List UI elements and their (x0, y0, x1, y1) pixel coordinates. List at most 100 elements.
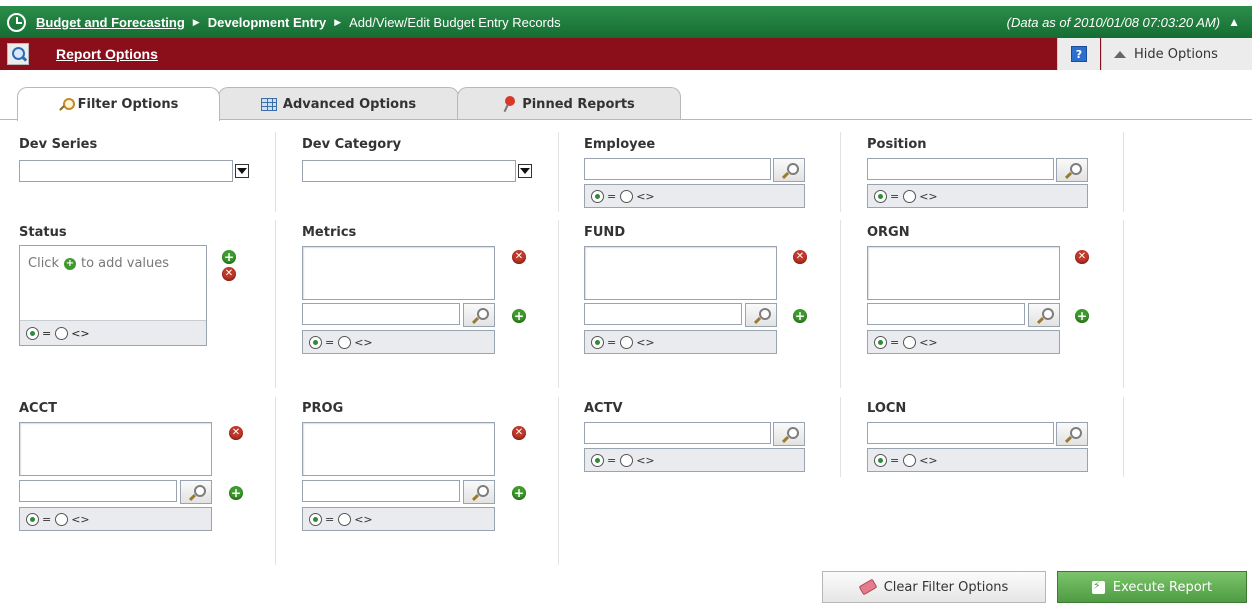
tab-pinned-reports-label: Pinned Reports (522, 96, 635, 112)
dev-series-select[interactable] (19, 160, 233, 182)
prog-input[interactable] (302, 480, 460, 502)
orgn-label: ORGN (867, 225, 910, 240)
triangle-up-icon (1114, 50, 1126, 58)
equals-label: = (325, 335, 335, 349)
status-label: Status (19, 225, 67, 240)
fund-not-equals-radio[interactable] (620, 335, 634, 349)
position-equals-radio[interactable] (874, 189, 887, 203)
dev-category-dropdown-icon[interactable] (518, 164, 532, 178)
hide-options-button[interactable]: Hide Options (1101, 38, 1252, 70)
magnifier-icon (1065, 426, 1082, 442)
acct-equals-radio[interactable] (26, 512, 39, 526)
fund-input[interactable] (584, 303, 742, 325)
metrics-not-equals-radio[interactable] (338, 335, 352, 349)
orgn-remove-icon[interactable]: ✕ (1075, 250, 1089, 264)
status-hint-prefix: Click (28, 256, 59, 271)
acct-listbox[interactable] (19, 422, 212, 476)
column-divider (1123, 220, 1124, 388)
locn-search-button[interactable] (1056, 422, 1088, 446)
fund-equals-radio[interactable] (591, 335, 604, 349)
prog-equals-radio[interactable] (309, 512, 322, 526)
tab-filter-options[interactable]: Filter Options (17, 87, 220, 121)
actv-input[interactable] (584, 422, 771, 444)
fund-add-icon[interactable]: + (793, 309, 807, 323)
status-add-icon[interactable]: + (222, 250, 236, 264)
prog-search-button[interactable] (463, 480, 495, 504)
metrics-add-icon[interactable]: + (512, 309, 526, 323)
magnifier-icon (782, 426, 799, 442)
orgn-operator: = <> (867, 330, 1060, 354)
magnifier-icon (472, 484, 489, 500)
dev-series-label: Dev Series (19, 137, 98, 152)
magnifier-icon (472, 307, 489, 323)
employee-equals-radio[interactable] (591, 189, 604, 203)
orgn-not-equals-radio[interactable] (903, 335, 917, 349)
locn-input[interactable] (867, 422, 1054, 444)
orgn-equals-radio[interactable] (874, 335, 887, 349)
clock-icon[interactable] (7, 12, 26, 32)
fund-remove-icon[interactable]: ✕ (793, 250, 807, 264)
metrics-input[interactable] (302, 303, 460, 325)
column-divider (275, 132, 276, 212)
position-search-button[interactable] (1056, 158, 1088, 182)
lightning-icon (1091, 579, 1105, 594)
status-remove-icon[interactable]: ✕ (222, 267, 236, 281)
tab-advanced-options[interactable]: Advanced Options (218, 87, 459, 120)
column-divider (840, 220, 841, 388)
orgn-search-button[interactable] (1028, 303, 1060, 327)
status-equals-radio[interactable] (26, 326, 39, 340)
equals-label: = (325, 512, 335, 526)
dev-category-select[interactable] (302, 160, 516, 182)
column-divider (558, 220, 559, 388)
report-options-title[interactable]: Report Options (56, 46, 158, 62)
collapse-up-icon[interactable]: ▲ (1228, 15, 1240, 29)
status-not-equals-radio[interactable] (55, 326, 69, 340)
position-not-equals-radio[interactable] (903, 189, 917, 203)
actv-search-button[interactable] (773, 422, 805, 446)
not-equals-label: <> (919, 189, 938, 203)
locn-equals-radio[interactable] (874, 453, 887, 467)
prog-add-icon[interactable]: + (512, 486, 526, 500)
magnifier-icon (1065, 162, 1082, 178)
acct-add-icon[interactable]: + (229, 486, 243, 500)
prog-not-equals-radio[interactable] (338, 512, 352, 526)
prog-remove-icon[interactable]: ✕ (512, 426, 526, 440)
fund-search-button[interactable] (745, 303, 777, 327)
acct-search-button[interactable] (180, 480, 212, 504)
employee-input[interactable] (584, 158, 771, 180)
not-equals-label: <> (636, 335, 655, 349)
tab-strip: Filter Options Advanced Options Pinned R… (0, 70, 1252, 121)
actv-equals-radio[interactable] (591, 453, 604, 467)
column-divider (558, 132, 559, 212)
orgn-add-icon[interactable]: + (1075, 309, 1089, 323)
employee-search-button[interactable] (773, 158, 805, 182)
not-equals-label: <> (636, 453, 655, 467)
acct-not-equals-radio[interactable] (55, 512, 69, 526)
acct-input[interactable] (19, 480, 177, 502)
breadcrumb-arrow-icon: ▶ (334, 16, 342, 27)
acct-remove-icon[interactable]: ✕ (229, 426, 243, 440)
tab-pinned-reports[interactable]: Pinned Reports (457, 87, 681, 120)
locn-not-equals-radio[interactable] (903, 453, 917, 467)
dev-series-dropdown-icon[interactable] (235, 164, 249, 178)
equals-label: = (42, 512, 52, 526)
employee-not-equals-radio[interactable] (620, 189, 634, 203)
metrics-remove-icon[interactable]: ✕ (512, 250, 526, 264)
help-button[interactable]: ? (1057, 38, 1100, 70)
metrics-search-button[interactable] (463, 303, 495, 327)
orgn-input[interactable] (867, 303, 1025, 325)
position-input[interactable] (867, 158, 1054, 180)
breadcrumb-budget-forecasting[interactable]: Budget and Forecasting (36, 15, 185, 30)
actv-not-equals-radio[interactable] (620, 453, 634, 467)
clear-filter-options-label: Clear Filter Options (883, 579, 1009, 595)
fund-listbox[interactable] (584, 246, 777, 300)
prog-listbox[interactable] (302, 422, 495, 476)
metrics-equals-radio[interactable] (309, 335, 322, 349)
metrics-listbox[interactable] (302, 246, 495, 300)
not-equals-label: <> (919, 453, 938, 467)
execute-report-button[interactable]: Execute Report (1057, 571, 1247, 603)
clear-filter-options-button[interactable]: Clear Filter Options (822, 571, 1046, 603)
column-divider (275, 397, 276, 565)
orgn-listbox[interactable] (867, 246, 1060, 300)
magnifier-icon (189, 484, 206, 500)
